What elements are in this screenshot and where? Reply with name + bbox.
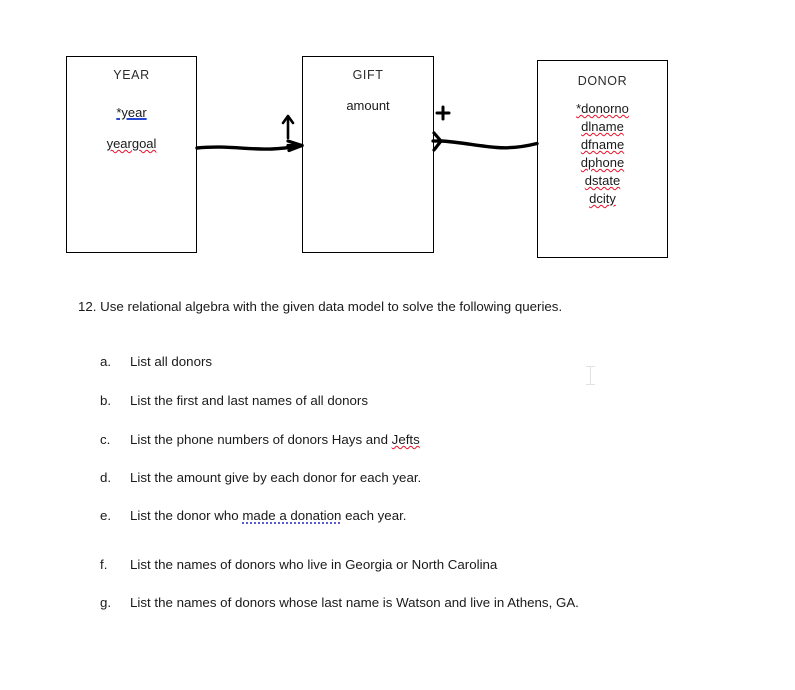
attribute-donorno: *donorno — [538, 100, 667, 118]
question-text-g: List the names of donors whose last name… — [130, 595, 579, 610]
question-marker-a: a. — [100, 354, 112, 369]
question-stem: 12. Use relational algebra with the give… — [78, 299, 563, 314]
attribute-yeargoal-text: yeargoal — [106, 136, 157, 151]
attribute-dstate: dstate — [538, 172, 667, 190]
attribute-yeargoal: yeargoal — [67, 128, 196, 159]
entity-box-year[interactable]: YEAR *year yeargoal — [66, 56, 197, 253]
attribute-dstate-text: dstate — [584, 173, 621, 188]
attribute-list-donor: *donorno dlname dfname dphone dstate dci… — [538, 100, 667, 208]
question-item-b[interactable]: b. List the first and last names of all d… — [100, 392, 368, 409]
relationship-line-year-gift — [195, 143, 304, 151]
question-text-a: List all donors — [130, 354, 213, 369]
question-item-d[interactable]: d. List the amount give by each donor for… — [100, 469, 421, 486]
question-item-a[interactable]: a. List all donors — [100, 353, 212, 370]
entity-box-gift[interactable]: GIFT amount — [302, 56, 434, 253]
attribute-dphone-text: dphone — [580, 155, 625, 170]
attribute-dfname: dfname — [538, 136, 667, 154]
entity-title-donor: DONOR — [577, 74, 628, 88]
entity-box-donor[interactable]: DONOR *donorno dlname dfname dphone dsta… — [537, 60, 668, 258]
question-item-f[interactable]: f. List the names of donors who live in G… — [100, 556, 497, 573]
attribute-dlname: dlname — [538, 118, 667, 136]
attribute-list-gift: amount — [303, 97, 433, 115]
crowsfoot-gift-donor — [431, 131, 443, 152]
question-text-e-grammar-phrase: made a donation — [242, 508, 342, 523]
crowsfoot-year-gift — [286, 139, 304, 153]
er-diagram: YEAR *year yeargoal GIFT amount DONOR *d… — [0, 0, 795, 285]
attribute-dphone: dphone — [538, 154, 667, 172]
question-marker-e: e. — [100, 508, 112, 523]
attribute-dcity: dcity — [538, 190, 667, 208]
attribute-amount: amount — [346, 98, 390, 113]
question-text-f: List the names of donors who live in Geo… — [130, 557, 498, 572]
attribute-dcity-text: dcity — [589, 191, 616, 206]
text-cursor-icon — [586, 366, 595, 385]
attribute-donorno-text: *donorno — [576, 101, 629, 116]
question-item-c[interactable]: c. List the phone numbers of donors Hays … — [100, 431, 420, 448]
question-marker-f: f. — [100, 557, 108, 572]
attribute-list-year: *year yeargoal — [67, 97, 196, 159]
question-item-e[interactable]: e. List the donor who made a donation eac… — [100, 507, 407, 524]
question-marker-d: d. — [100, 470, 112, 485]
up-arrow-marker — [281, 114, 295, 140]
question-text-e-suffix: each year. — [341, 508, 407, 523]
attribute-year-pk-text: *year — [116, 105, 147, 120]
question-text-c-misspelled-word: Jefts — [391, 432, 420, 447]
question-marker-c: c. — [100, 432, 111, 447]
question-text-d: List the amount give by each donor for e… — [130, 470, 422, 485]
question-text-b: List the first and last names of all don… — [130, 393, 368, 408]
entity-title-year: YEAR — [113, 68, 150, 82]
question-marker-b: b. — [100, 393, 112, 408]
question-text-e-prefix: List the donor who — [130, 508, 243, 523]
entity-title-gift: GIFT — [352, 68, 384, 82]
attribute-dfname-text: dfname — [580, 137, 625, 152]
attribute-year-pk: *year — [67, 97, 196, 128]
relationship-line-gift-donor — [439, 139, 539, 150]
question-item-g[interactable]: g. List the names of donors whose last na… — [100, 594, 579, 611]
plus-marker — [435, 105, 451, 121]
question-marker-g: g. — [100, 595, 112, 610]
question-text-c-prefix: List the phone numbers of donors Hays an… — [130, 432, 392, 447]
attribute-dlname-text: dlname — [581, 119, 624, 134]
